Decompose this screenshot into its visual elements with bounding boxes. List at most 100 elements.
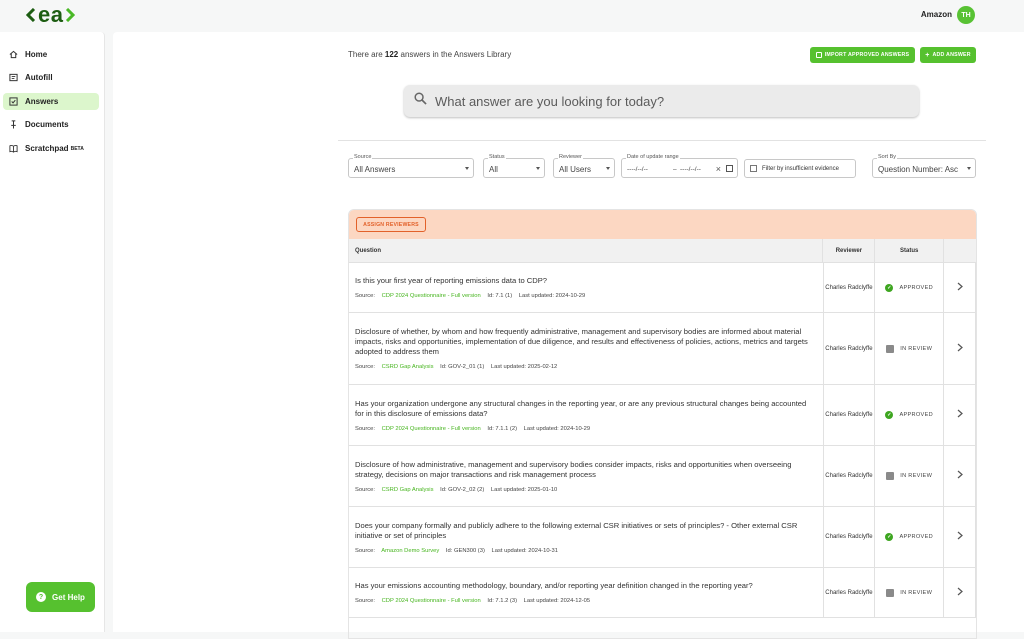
sidebar-item-label: Autofill <box>25 73 53 82</box>
search-bar[interactable] <box>404 85 919 117</box>
last-updated: Last updated: 2024-10-29 <box>518 293 586 299</box>
source-link[interactable]: CSRD Gap Analysis <box>382 487 434 493</box>
date-range-filter[interactable]: Date of update range ----/--/-- – ----/-… <box>621 154 738 178</box>
source-link[interactable]: CSRD Gap Analysis <box>382 364 434 370</box>
status-cell: IN REVIEW <box>875 313 945 384</box>
question-cell[interactable]: Disclosure of how administrative, manage… <box>349 446 824 506</box>
question-cell[interactable]: Has your emissions accounting methodolog… <box>349 568 824 617</box>
open-row-button[interactable] <box>944 568 976 617</box>
question-meta: Source: CSRD Gap Analysis Id: GOV-2_01 (… <box>355 364 813 370</box>
table-row[interactable]: Has your emissions accounting methodolog… <box>349 568 976 618</box>
calendar-icon[interactable] <box>726 165 733 172</box>
date-from[interactable]: ----/--/-- <box>627 166 648 173</box>
open-row-button[interactable] <box>944 446 976 506</box>
question-cell[interactable]: Disclosure of whether, by whom and how f… <box>349 313 824 384</box>
reviewer-name: Charles Radclyffe <box>825 345 873 352</box>
help-icon: ? <box>36 592 47 602</box>
source-filter[interactable]: Source All Answers <box>348 154 474 178</box>
status-cell: IN REVIEW <box>875 446 945 506</box>
reviewer-header[interactable]: Reviewer <box>823 239 876 262</box>
chevron-right-icon <box>957 282 963 294</box>
status-header[interactable]: Status <box>875 239 945 262</box>
sidebar-item-scratchpad[interactable]: Scratchpad BETA <box>3 140 99 157</box>
sidebar-item-answers[interactable]: Answers <box>3 93 99 110</box>
last-updated: Last updated: 2025-02-12 <box>490 364 558 370</box>
sort-by-select[interactable]: Sort By Question Number: Asc <box>872 154 976 178</box>
bulk-action-bar: ASSIGN REVIEWERS <box>349 210 976 239</box>
last-updated: Last updated: 2024-10-31 <box>491 547 558 554</box>
approved-check-icon: ✓ <box>885 283 894 292</box>
sidebar-item-home[interactable]: Home <box>3 46 99 63</box>
add-answer-button[interactable]: + ADD ANSWER <box>920 47 976 63</box>
approved-check-icon: ✓ <box>885 411 894 419</box>
sidebar-item-label: Home <box>25 50 48 59</box>
last-updated: Last updated: 2024-12-05 <box>523 598 591 604</box>
open-row-button[interactable] <box>944 385 976 445</box>
open-row-button[interactable] <box>944 507 976 567</box>
sidebar-item-autofill[interactable]: Autofill <box>3 69 99 86</box>
chevron-right-icon <box>957 531 963 543</box>
question-header[interactable]: Question <box>349 239 824 262</box>
question-cell[interactable]: Does your company formally and publicly … <box>349 507 824 567</box>
sidebar-item-documents[interactable]: Documents <box>3 116 99 133</box>
chevron-right-icon <box>957 587 963 599</box>
table-row[interactable]: Does your company formally and publicly … <box>349 507 976 568</box>
reviewer-cell: Charles Radclyffe <box>824 446 876 506</box>
get-help-button[interactable]: ? Get Help <box>26 582 95 612</box>
question-meta: Source: CDP 2024 Questionnaire - Full ve… <box>355 426 813 432</box>
insufficient-evidence-label: Filter by insufficient evidence <box>762 165 839 172</box>
org-name[interactable]: Amazon <box>921 10 952 19</box>
app-logo[interactable]: ea <box>26 4 76 26</box>
question-text: Disclosure of whether, by whom and how f… <box>355 327 808 356</box>
question-id: Id: GOV-2_01 (1) <box>440 364 485 370</box>
dropdown-arrow-icon <box>536 167 540 170</box>
table-row[interactable]: Is this your first year of reporting emi… <box>349 263 976 313</box>
source-link[interactable]: CDP 2024 Questionnaire - Full version <box>382 293 481 299</box>
source-filter-label: Source <box>353 154 373 160</box>
date-to[interactable]: ----/--/-- <box>680 166 701 173</box>
source-link[interactable]: CDP 2024 Questionnaire - Full version <box>382 598 481 604</box>
dropdown-arrow-icon <box>967 167 971 170</box>
status-cell: ✓ APPROVED <box>875 263 945 312</box>
question-cell[interactable]: Has your organization undergone any stru… <box>349 385 824 445</box>
question-cell[interactable]: Is this your first year of reporting emi… <box>349 263 824 312</box>
table-row[interactable]: Disclosure of whether, by whom and how f… <box>349 313 976 385</box>
logo-right-chevron-icon <box>66 8 76 22</box>
action-header <box>944 239 976 262</box>
clear-date-icon[interactable]: × <box>716 164 721 174</box>
source-label: Source: <box>355 598 375 604</box>
status-cell: ✓ APPROVED <box>875 385 945 445</box>
source-link[interactable]: Amazon Demo Survey <box>381 548 439 554</box>
import-label: IMPORT APPROVED ANSWERS <box>824 52 910 58</box>
sidebar: Home Autofill Answers Documents Scratchp… <box>0 32 105 632</box>
open-row-button[interactable] <box>944 313 976 384</box>
question-text: Disclosure of how administrative, manage… <box>355 459 792 479</box>
status-badge: APPROVED <box>899 534 933 540</box>
status-badge: APPROVED <box>899 284 933 291</box>
count-prefix: There are <box>348 50 385 59</box>
question-meta: Source: CDP 2024 Questionnaire - Full ve… <box>355 293 813 299</box>
reviewer-filter[interactable]: Reviewer All Users <box>553 154 615 178</box>
search-icon <box>414 92 427 110</box>
avatar[interactable]: TH <box>957 6 975 24</box>
sidebar-item-label: Answers <box>25 97 59 106</box>
main-panel: There are 122 answers in the Answers Lib… <box>113 32 1024 639</box>
open-row-button[interactable] <box>944 263 976 312</box>
import-approved-answers-button[interactable]: IMPORT APPROVED ANSWERS <box>810 47 915 63</box>
in-review-icon <box>886 344 895 353</box>
reviewer-cell: Charles Radclyffe <box>824 507 876 567</box>
table-row[interactable]: Has your organization undergone any stru… <box>349 385 976 446</box>
table-row[interactable]: Disclosure of how administrative, manage… <box>349 446 976 507</box>
chevron-right-icon <box>957 343 963 355</box>
source-label: Source: <box>355 293 375 299</box>
source-label: Source: <box>355 547 375 554</box>
status-filter[interactable]: Status All <box>483 154 545 178</box>
search-input[interactable] <box>435 93 905 109</box>
checkbox[interactable] <box>750 165 757 172</box>
status-filter-label: Status <box>488 154 506 160</box>
source-link[interactable]: CDP 2024 Questionnaire - Full version <box>382 426 481 432</box>
question-id: Id: 7.1 (1) <box>487 293 513 299</box>
assign-reviewers-button[interactable]: ASSIGN REVIEWERS <box>356 217 426 232</box>
insufficient-evidence-filter[interactable]: Filter by insufficient evidence <box>744 159 856 178</box>
last-updated: Last updated: 2024-10-29 <box>523 425 591 432</box>
